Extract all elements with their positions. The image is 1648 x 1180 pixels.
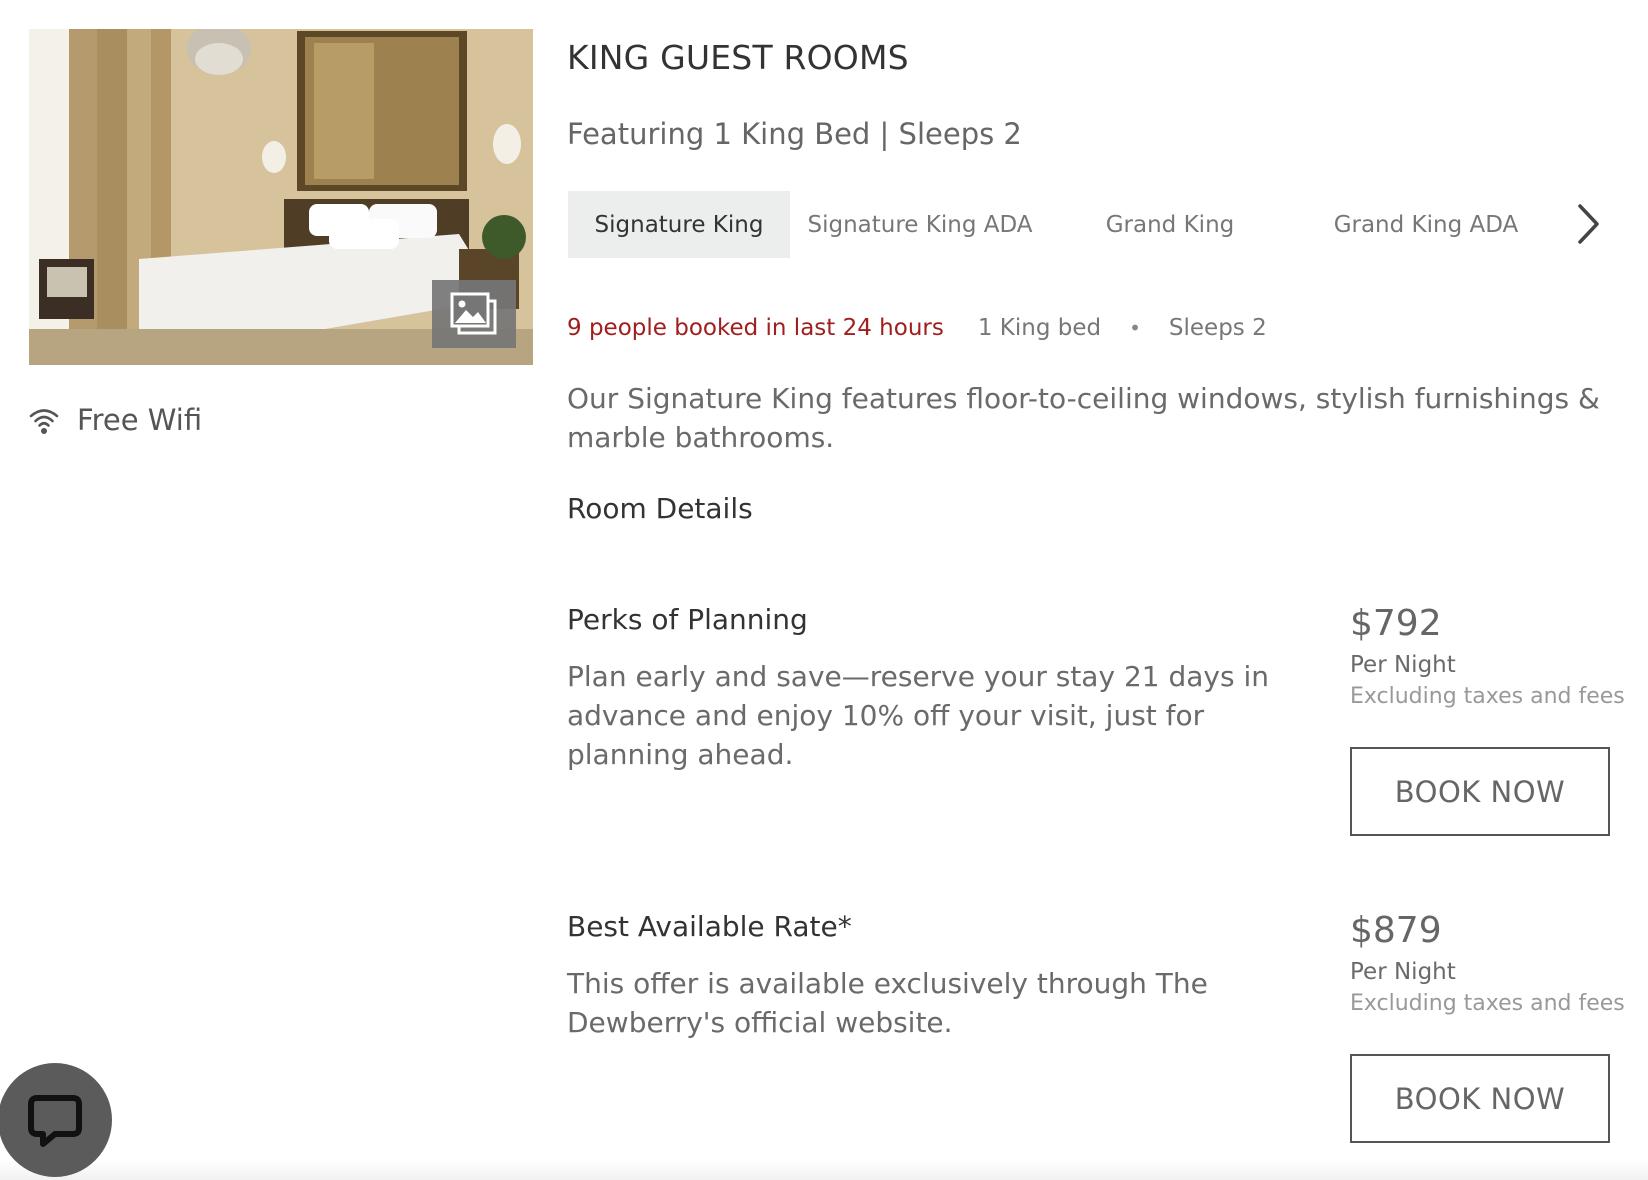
gallery-icon bbox=[450, 292, 497, 335]
tab-grand-king-ada[interactable]: Grand King ADA bbox=[1311, 191, 1541, 258]
chat-button[interactable] bbox=[0, 1063, 112, 1177]
room-type-tabs: Signature King Signature King ADA Grand … bbox=[568, 191, 1608, 258]
rate-description: Plan early and save—reserve your stay 21… bbox=[567, 660, 1269, 771]
tab-signature-king-ada[interactable]: Signature King ADA bbox=[808, 191, 1033, 258]
booking-notice: 9 people booked in last 24 hours bbox=[567, 315, 944, 341]
chat-icon bbox=[28, 1095, 82, 1147]
meta-separator: • bbox=[1129, 316, 1141, 340]
tab-signature-king[interactable]: Signature King bbox=[568, 191, 790, 258]
amenity-wifi: Free Wifi bbox=[29, 400, 202, 440]
rate-name: Best Available Rate* bbox=[567, 910, 852, 943]
room-photo[interactable] bbox=[29, 29, 533, 365]
tabs-next-button[interactable] bbox=[1563, 199, 1613, 249]
rate-name: Perks of Planning bbox=[567, 603, 808, 636]
chevron-right-icon bbox=[1578, 204, 1599, 244]
rate-price: $792 bbox=[1350, 603, 1442, 644]
sleeps-count: Sleeps 2 bbox=[1168, 315, 1267, 341]
per-night-label: Per Night bbox=[1350, 959, 1456, 985]
taxes-note: Excluding taxes and fees bbox=[1350, 684, 1625, 709]
per-night-label: Per Night bbox=[1350, 652, 1456, 678]
room-details-link[interactable]: Room Details bbox=[567, 492, 753, 525]
room-meta: 9 people booked in last 24 hours 1 King … bbox=[567, 311, 1267, 345]
amenity-label: Free Wifi bbox=[77, 403, 203, 437]
wifi-icon bbox=[29, 409, 59, 434]
book-now-button[interactable]: BOOK NOW bbox=[1350, 1054, 1610, 1143]
room-subtitle: Featuring 1 King Bed | Sleeps 2 bbox=[567, 117, 1022, 151]
room-title: KING GUEST ROOMS bbox=[567, 38, 909, 77]
bottom-fade bbox=[0, 1160, 1648, 1180]
gallery-button[interactable] bbox=[432, 280, 516, 348]
rate-description: This offer is available exclusively thro… bbox=[567, 967, 1208, 1039]
rate-price: $879 bbox=[1350, 910, 1442, 951]
taxes-note: Excluding taxes and fees bbox=[1350, 991, 1625, 1016]
tab-grand-king[interactable]: Grand King bbox=[1068, 191, 1272, 258]
bed-count: 1 King bed bbox=[977, 315, 1102, 341]
room-description: Our Signature King features floor-to-cei… bbox=[567, 382, 1600, 454]
book-now-button[interactable]: BOOK NOW bbox=[1350, 747, 1610, 836]
